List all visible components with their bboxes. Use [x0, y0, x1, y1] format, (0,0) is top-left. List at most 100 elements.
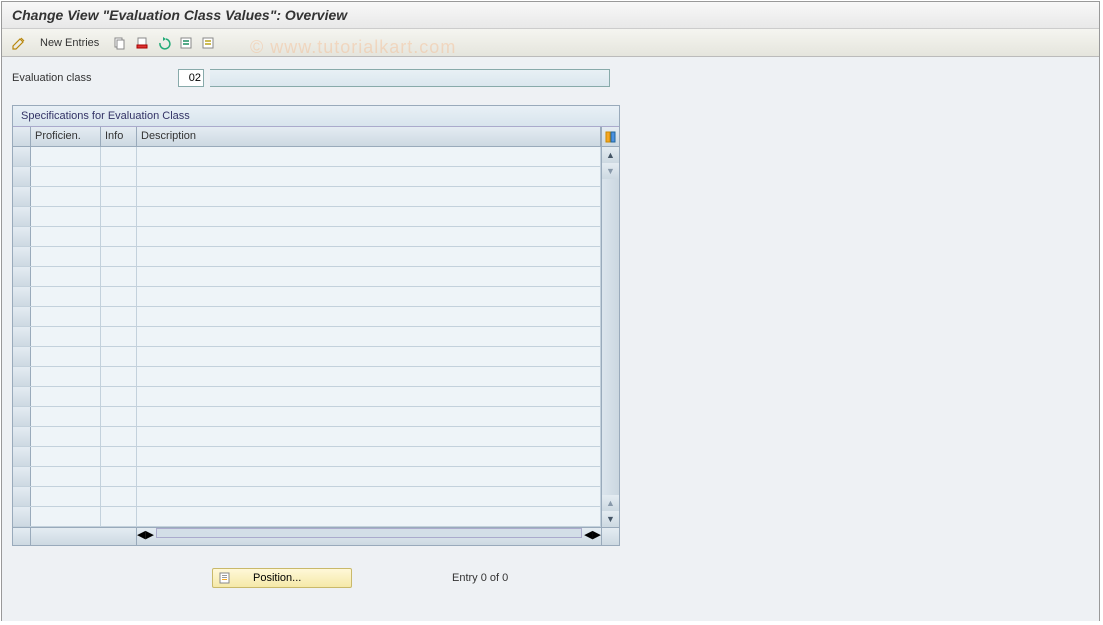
cell-proficiency[interactable] — [31, 227, 101, 246]
configure-columns-icon[interactable] — [601, 127, 619, 147]
cell-proficiency[interactable] — [31, 247, 101, 266]
cell-info[interactable] — [101, 247, 137, 266]
scroll-left2-icon[interactable]: ▶ — [145, 528, 153, 545]
cell-proficiency[interactable] — [31, 207, 101, 226]
table-row[interactable] — [13, 347, 601, 367]
cell-proficiency[interactable] — [31, 287, 101, 306]
table-row[interactable] — [13, 287, 601, 307]
cell-proficiency[interactable] — [31, 347, 101, 366]
row-selector[interactable] — [13, 287, 31, 306]
cell-info[interactable] — [101, 307, 137, 326]
new-entries-button[interactable]: New Entries — [32, 35, 107, 51]
row-selector[interactable] — [13, 447, 31, 466]
select-all-icon[interactable] — [177, 34, 195, 52]
delete-icon[interactable] — [133, 34, 151, 52]
cell-proficiency[interactable] — [31, 447, 101, 466]
cell-info[interactable] — [101, 407, 137, 426]
cell-info[interactable] — [101, 487, 137, 506]
row-selector[interactable] — [13, 207, 31, 226]
toggle-display-change-icon[interactable] — [10, 34, 28, 52]
cell-info[interactable] — [101, 187, 137, 206]
cell-info[interactable] — [101, 267, 137, 286]
cell-info[interactable] — [101, 287, 137, 306]
cell-description[interactable] — [137, 467, 601, 486]
table-row[interactable] — [13, 327, 601, 347]
undo-change-icon[interactable] — [155, 34, 173, 52]
row-selector[interactable] — [13, 487, 31, 506]
table-row[interactable] — [13, 487, 601, 507]
cell-info[interactable] — [101, 507, 137, 526]
position-button[interactable]: Position... — [212, 568, 352, 588]
row-selector[interactable] — [13, 367, 31, 386]
row-selector[interactable] — [13, 147, 31, 166]
row-selector[interactable] — [13, 387, 31, 406]
row-selector[interactable] — [13, 427, 31, 446]
horizontal-scrollbar[interactable]: ◀ ▶ ◀ ▶ — [13, 527, 619, 545]
vertical-scrollbar[interactable]: ▲ ▼ ▲ ▼ — [601, 147, 619, 527]
col-description[interactable]: Description — [137, 127, 601, 146]
cell-proficiency[interactable] — [31, 147, 101, 166]
col-proficiency[interactable]: Proficien. — [31, 127, 101, 146]
row-selector[interactable] — [13, 187, 31, 206]
cell-proficiency[interactable] — [31, 367, 101, 386]
row-selector[interactable] — [13, 467, 31, 486]
table-row[interactable] — [13, 407, 601, 427]
cell-description[interactable] — [137, 367, 601, 386]
scroll-right-icon[interactable]: ▶ — [593, 528, 601, 545]
cell-info[interactable] — [101, 227, 137, 246]
cell-description[interactable] — [137, 327, 601, 346]
select-all-header[interactable] — [13, 127, 31, 146]
cell-info[interactable] — [101, 347, 137, 366]
table-row[interactable] — [13, 367, 601, 387]
cell-description[interactable] — [137, 207, 601, 226]
cell-description[interactable] — [137, 447, 601, 466]
table-row[interactable] — [13, 447, 601, 467]
cell-description[interactable] — [137, 507, 601, 526]
row-selector[interactable] — [13, 507, 31, 526]
cell-description[interactable] — [137, 187, 601, 206]
table-row[interactable] — [13, 187, 601, 207]
row-selector[interactable] — [13, 167, 31, 186]
cell-description[interactable] — [137, 227, 601, 246]
row-selector[interactable] — [13, 267, 31, 286]
row-selector[interactable] — [13, 227, 31, 246]
cell-description[interactable] — [137, 307, 601, 326]
cell-info[interactable] — [101, 467, 137, 486]
row-selector[interactable] — [13, 307, 31, 326]
cell-proficiency[interactable] — [31, 307, 101, 326]
table-row[interactable] — [13, 167, 601, 187]
cell-proficiency[interactable] — [31, 387, 101, 406]
cell-description[interactable] — [137, 487, 601, 506]
cell-info[interactable] — [101, 387, 137, 406]
copy-as-icon[interactable] — [111, 34, 129, 52]
cell-proficiency[interactable] — [31, 187, 101, 206]
table-row[interactable] — [13, 227, 601, 247]
table-row[interactable] — [13, 147, 601, 167]
cell-description[interactable] — [137, 247, 601, 266]
deselect-all-icon[interactable] — [199, 34, 217, 52]
scroll-down-icon[interactable]: ▼ — [602, 511, 619, 527]
row-selector[interactable] — [13, 407, 31, 426]
table-row[interactable] — [13, 507, 601, 527]
cell-proficiency[interactable] — [31, 407, 101, 426]
table-row[interactable] — [13, 267, 601, 287]
cell-info[interactable] — [101, 167, 137, 186]
cell-proficiency[interactable] — [31, 327, 101, 346]
cell-info[interactable] — [101, 367, 137, 386]
table-row[interactable] — [13, 207, 601, 227]
cell-description[interactable] — [137, 407, 601, 426]
cell-info[interactable] — [101, 147, 137, 166]
cell-proficiency[interactable] — [31, 427, 101, 446]
eval-class-input[interactable] — [178, 69, 204, 87]
cell-info[interactable] — [101, 207, 137, 226]
scroll-up-icon[interactable]: ▲ — [602, 147, 619, 163]
col-info[interactable]: Info — [101, 127, 137, 146]
cell-proficiency[interactable] — [31, 267, 101, 286]
scroll-left-icon[interactable]: ◀ — [137, 528, 145, 545]
cell-description[interactable] — [137, 147, 601, 166]
table-row[interactable] — [13, 307, 601, 327]
scroll-down2-icon[interactable]: ▲ — [602, 495, 619, 511]
cell-description[interactable] — [137, 267, 601, 286]
cell-description[interactable] — [137, 287, 601, 306]
row-selector[interactable] — [13, 347, 31, 366]
